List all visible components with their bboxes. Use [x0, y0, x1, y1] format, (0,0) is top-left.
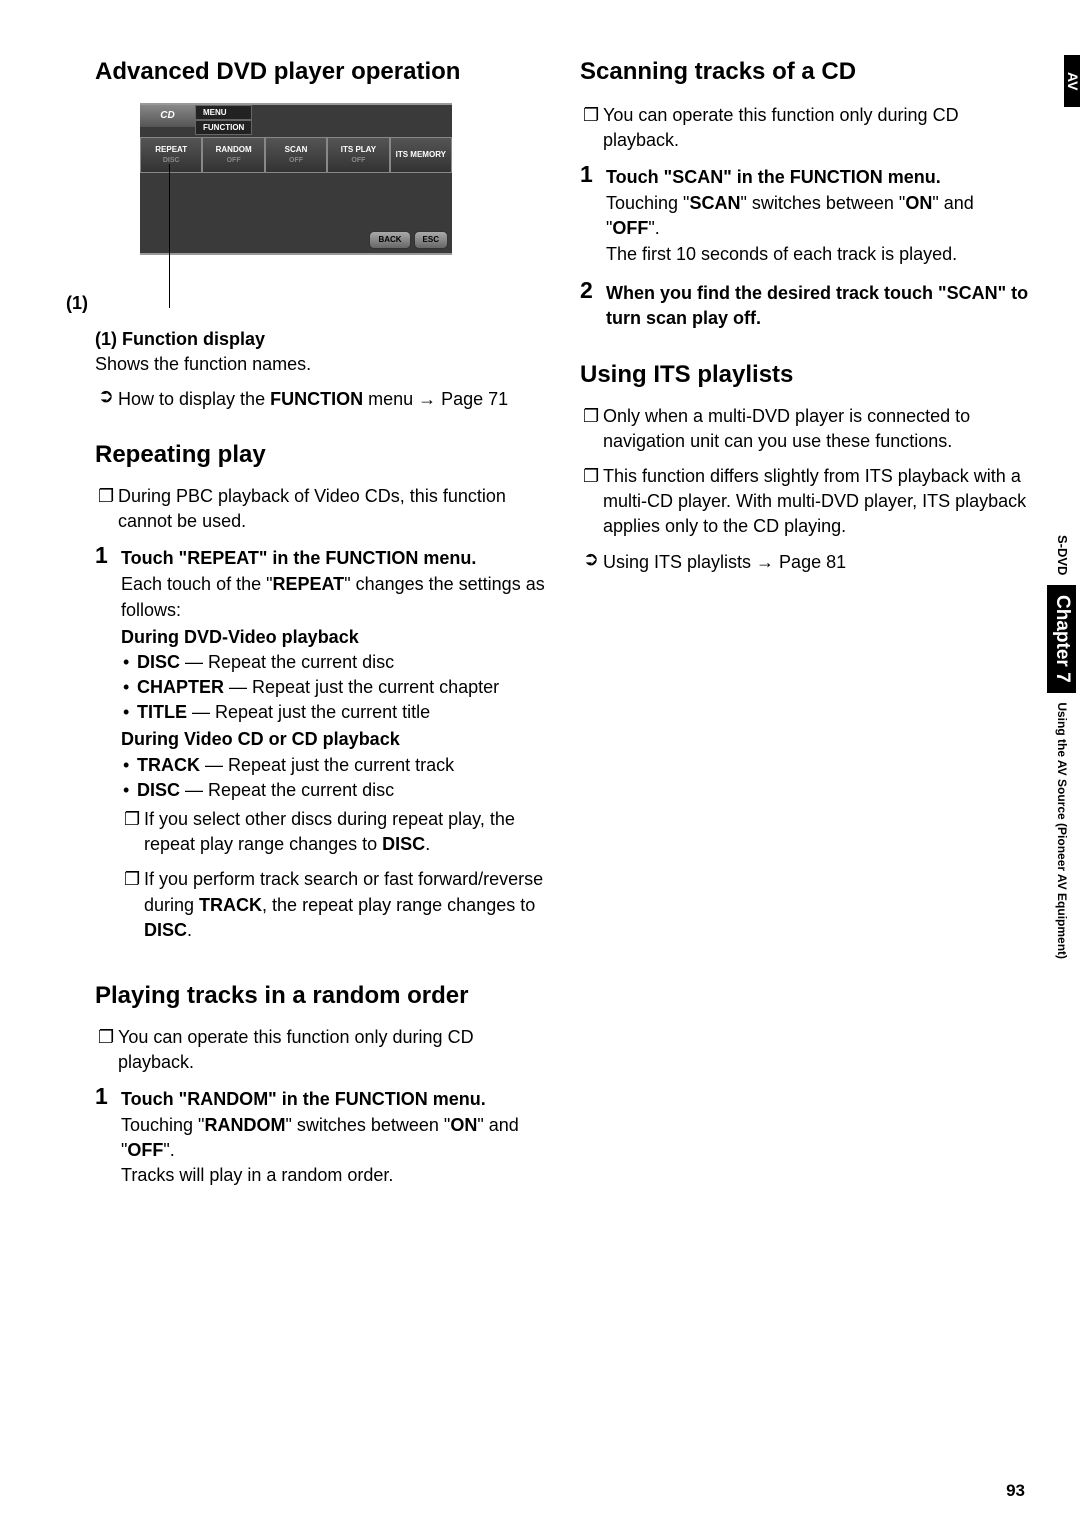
subhead-dvd: During DVD-Video playback	[121, 625, 545, 650]
caption-head: (1) Function display	[95, 327, 545, 352]
step-random-text: Touching "RANDOM" switches between "ON" …	[121, 1113, 545, 1163]
heading-random: Playing tracks in a random order	[95, 979, 545, 1013]
note-icon: ❐	[583, 404, 603, 454]
note-otherdisc: If you select other discs during repeat …	[144, 807, 545, 857]
step-1-num: 1	[95, 1085, 121, 1189]
heading-repeating: Repeating play	[95, 438, 545, 472]
fig-btn-itsmem: ITS MEMORY	[390, 137, 452, 173]
note-tracksearch: If you perform track search or fast forw…	[144, 867, 545, 943]
bullet-chapter: CHAPTER — Repeat just the current chapte…	[137, 675, 499, 700]
crossref-text: How to display the FUNCTION menu → Page …	[118, 387, 545, 412]
callout-line	[169, 164, 170, 308]
crossref-its: Using ITS playlists → Page 81	[603, 550, 1030, 575]
side-text: S-DVD Chapter 7 Using the AV Source (Pio…	[1047, 535, 1076, 959]
step-1-head: Touch "REPEAT" in the FUNCTION menu.	[121, 546, 545, 571]
note-icon: ❐	[124, 867, 144, 943]
fig-menu: MENU	[195, 105, 252, 120]
caption-text: Shows the function names.	[95, 352, 545, 377]
note-icon: ❐	[98, 484, 118, 534]
bullet-disc: DISC — Repeat the current disc	[137, 650, 394, 675]
note-pbc: During PBC playback of Video CDs, this f…	[118, 484, 545, 534]
heading-its: Using ITS playlists	[580, 358, 1030, 392]
tab-av: AV	[1064, 55, 1080, 107]
step-scan-head: Touch "SCAN" in the FUNCTION menu.	[606, 165, 1030, 190]
crossref-icon: ➲	[98, 387, 118, 412]
step-random-head: Touch "RANDOM" in the FUNCTION menu.	[121, 1087, 545, 1112]
callout-1-label: (1)	[66, 291, 88, 316]
fig-function: FUNCTION	[195, 120, 252, 135]
note-itsdiff: This function differs slightly from ITS …	[603, 464, 1030, 540]
fig-cd-label: CD	[140, 105, 195, 127]
bullet-title: TITLE — Repeat just the current title	[137, 700, 430, 725]
fig-btn-scan: SCANOFF	[265, 137, 327, 173]
step-scan-text2: The first 10 seconds of each track is pl…	[606, 242, 1030, 267]
fig-esc: ESC	[414, 231, 448, 248]
step-scan-text: Touching "SCAN" switches between "ON" an…	[606, 191, 1030, 241]
note-icon: ❐	[583, 103, 603, 153]
fig-btn-itsplay: ITS PLAYOFF	[327, 137, 389, 173]
step-1-num: 1	[95, 544, 121, 953]
note-icon: ❐	[583, 464, 603, 540]
page-number: 93	[1006, 1479, 1025, 1503]
note-icon: ❐	[98, 1025, 118, 1075]
step-1-num: 1	[580, 163, 606, 267]
step-random-text2: Tracks will play in a random order.	[121, 1163, 545, 1188]
sidebar: AV S-DVD Chapter 7 Using the AV Source (…	[1054, 55, 1080, 1375]
note-multidvd: Only when a multi-DVD player is connecte…	[603, 404, 1030, 454]
step-scanoff-head: When you find the desired track touch "S…	[606, 281, 1030, 331]
note-cdonly: You can operate this function only durin…	[118, 1025, 545, 1075]
note-cdonly2: You can operate this function only durin…	[603, 103, 1030, 153]
bullet-disc2: DISC — Repeat the current disc	[137, 778, 394, 803]
fig-btn-random: RANDOMOFF	[202, 137, 264, 173]
step-2-num: 2	[580, 279, 606, 332]
bullet-track: TRACK — Repeat just the current track	[137, 753, 454, 778]
crossref-icon: ➲	[583, 550, 603, 575]
step-1-text: Each touch of the "REPEAT" changes the s…	[121, 572, 545, 622]
heading-advanced: Advanced DVD player operation	[95, 55, 545, 89]
note-icon: ❐	[124, 807, 144, 857]
heading-scanning: Scanning tracks of a CD	[580, 55, 1030, 89]
subhead-vcd: During Video CD or CD playback	[121, 727, 545, 752]
fig-btn-repeat: REPEATDISC	[140, 137, 202, 173]
fig-back: BACK	[369, 231, 410, 248]
figure-screenshot: CD MENU FUNCTION REPEATDISC RANDOMOFF SC…	[140, 103, 452, 255]
